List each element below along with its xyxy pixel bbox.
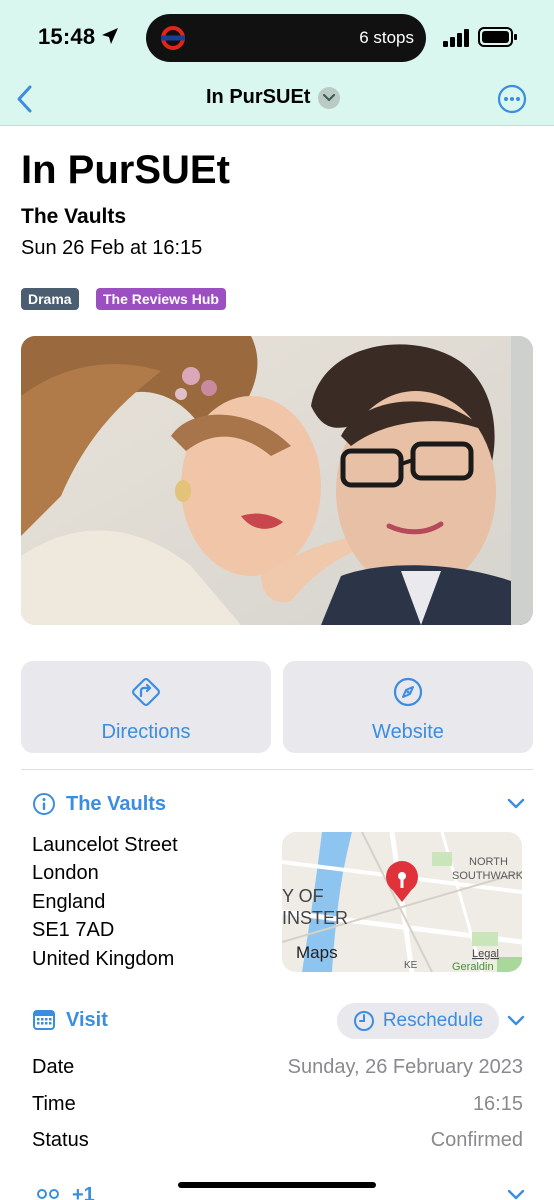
directions-label: Directions xyxy=(101,721,191,743)
address-line: England xyxy=(32,891,106,913)
website-button[interactable]: Website xyxy=(283,661,533,753)
clock-icon xyxy=(353,1011,374,1031)
address-line: SE1 7AD xyxy=(32,919,115,941)
location-title: The Vaults xyxy=(66,792,167,815)
poster-illustration xyxy=(21,336,533,625)
event-poster-image[interactable] xyxy=(21,336,533,625)
more-options-icon[interactable] xyxy=(497,84,527,114)
status-label: Status xyxy=(32,1129,89,1151)
visit-title: Visit xyxy=(66,1008,108,1031)
reschedule-label: Reschedule xyxy=(382,1010,484,1031)
people-count: +1 xyxy=(72,1184,95,1200)
reschedule-button[interactable]: Reschedule xyxy=(337,1003,499,1039)
address-line: Launcelot Street xyxy=(32,834,178,856)
map-label: KE xyxy=(404,960,418,971)
map-label: Geraldin xyxy=(452,961,494,972)
home-indicator[interactable] xyxy=(178,1182,376,1188)
location-arrow-icon xyxy=(102,28,118,44)
tag-reviews-hub[interactable]: The Reviews Hub xyxy=(96,288,226,310)
tag-drama[interactable]: Drama xyxy=(21,288,79,310)
battery-icon xyxy=(478,27,517,47)
location-header[interactable]: The Vaults xyxy=(32,792,166,816)
map-label: SOUTHWARK xyxy=(452,870,522,882)
status-value: Confirmed xyxy=(430,1129,523,1151)
directions-icon xyxy=(132,678,160,706)
map-label: INSTER xyxy=(282,908,348,928)
chevron-down-icon[interactable] xyxy=(506,1190,526,1200)
maps-brand: Maps xyxy=(296,943,338,962)
chevron-down-icon xyxy=(318,86,341,109)
status-bar: 15:48 6 stops xyxy=(0,0,554,74)
tfl-roundel-icon xyxy=(161,26,185,50)
divider xyxy=(21,769,533,770)
info-icon xyxy=(33,793,55,815)
chevron-down-icon[interactable] xyxy=(506,1013,526,1029)
map-illustration: NORTH SOUTHWARK Y OF INSTER Geraldin KE … xyxy=(282,832,522,972)
event-title: In PurSUEt xyxy=(21,148,230,192)
signal-icon xyxy=(443,29,469,47)
date-label: Date xyxy=(32,1056,75,1078)
compass-icon xyxy=(393,677,423,707)
calendar-icon xyxy=(33,1010,55,1030)
nav-title-menu[interactable]: In PurSUEt xyxy=(206,86,341,109)
map-label: Y OF xyxy=(282,886,324,906)
back-chevron-icon[interactable] xyxy=(14,84,36,114)
people-icon xyxy=(37,1188,59,1199)
map-label: NORTH xyxy=(469,856,508,868)
live-activity-stops: 6 stops xyxy=(359,28,414,47)
visit-header[interactable]: Visit xyxy=(32,1008,108,1032)
navigation-bar: In PurSUEt xyxy=(0,74,554,126)
date-value: Sunday, 26 February 2023 xyxy=(287,1056,523,1078)
chevron-down-icon[interactable] xyxy=(506,796,526,812)
event-venue: The Vaults xyxy=(21,205,127,228)
nav-title: In PurSUEt xyxy=(206,86,311,108)
address-line: London xyxy=(32,862,99,884)
people-header[interactable]: +1 xyxy=(34,1184,95,1200)
time-value: 16:15 xyxy=(472,1093,523,1115)
map-legal-link: Legal xyxy=(472,948,499,960)
time-label: Time xyxy=(32,1093,76,1115)
directions-button[interactable]: Directions xyxy=(21,661,271,753)
status-time: 15:48 xyxy=(38,24,96,49)
website-label: Website xyxy=(372,721,444,743)
address-line: United Kingdom xyxy=(32,948,175,970)
event-datetime: Sun 26 Feb at 16:15 xyxy=(21,237,203,259)
location-map[interactable]: NORTH SOUTHWARK Y OF INSTER Geraldin KE … xyxy=(282,832,522,972)
dynamic-island[interactable]: 6 stops xyxy=(146,14,426,62)
